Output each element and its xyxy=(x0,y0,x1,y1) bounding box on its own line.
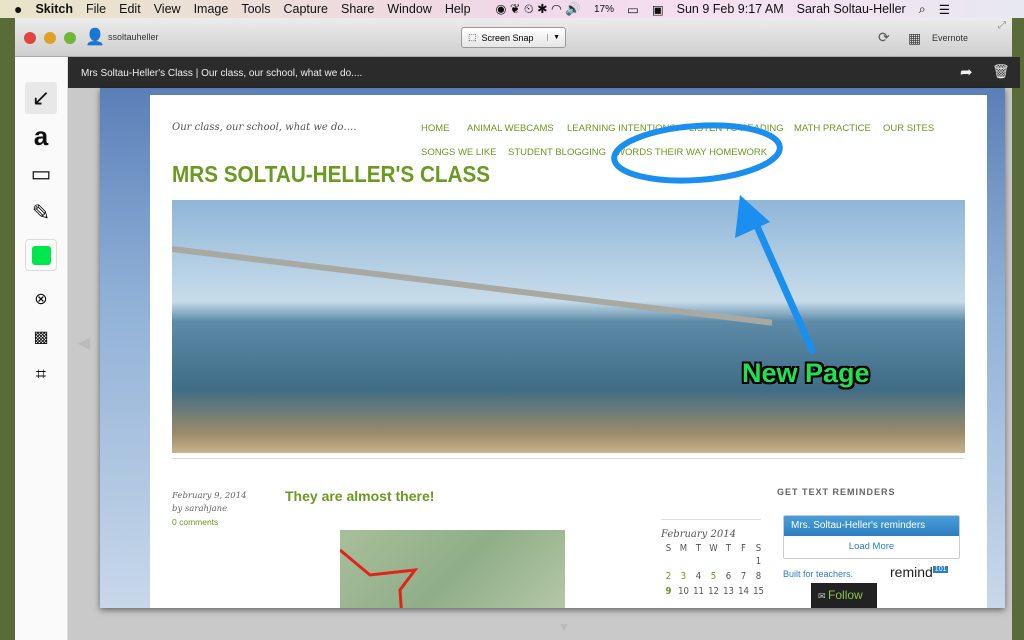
annotation-text[interactable]: New Page xyxy=(742,358,870,389)
highlight-ellipse[interactable] xyxy=(611,120,783,185)
annotation-arrow[interactable] xyxy=(748,211,816,354)
annotation-layer xyxy=(611,120,816,354)
arrow-head-icon xyxy=(735,195,770,238)
